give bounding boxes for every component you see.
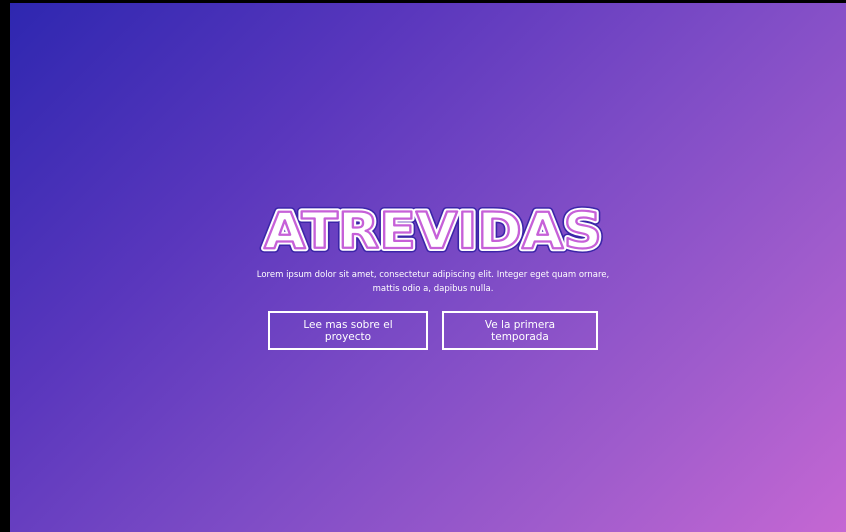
first-season-button[interactable]: Ve la primera temporada xyxy=(442,311,598,350)
hero-title-graphic: ATREVIDAS ATREVIDAS ATREVIDAS xyxy=(260,198,607,262)
hero-description: Lorem ipsum dolor sit amet, consectetur … xyxy=(256,270,610,294)
page-background: ATREVIDAS ATREVIDAS ATREVIDAS Lorem ipsu… xyxy=(0,0,846,532)
read-more-project-button[interactable]: Lee mas sobre el proyecto xyxy=(268,311,428,350)
hero-buttons: Lee mas sobre el proyecto Ve la primera … xyxy=(268,311,598,350)
hero-section: ATREVIDAS ATREVIDAS ATREVIDAS Lorem ipsu… xyxy=(20,6,846,532)
hero-title-text: ATREVIDAS xyxy=(264,202,602,260)
hero-title: ATREVIDAS ATREVIDAS ATREVIDAS xyxy=(253,198,613,262)
